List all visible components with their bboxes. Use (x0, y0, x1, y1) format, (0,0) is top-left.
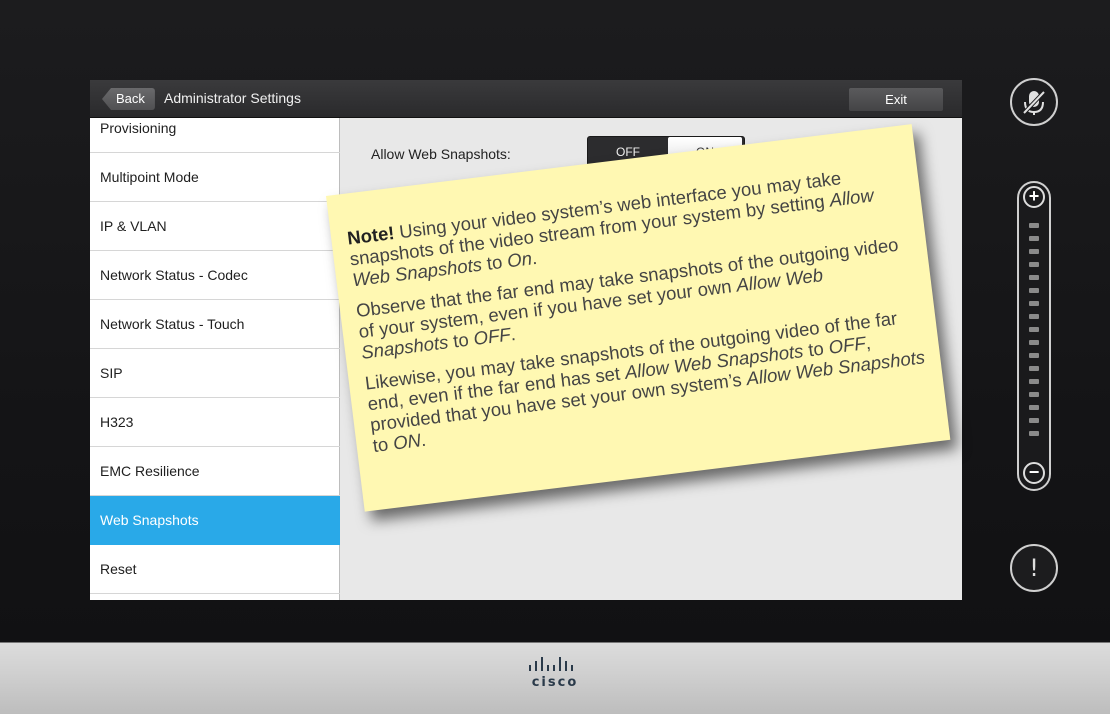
volume-control[interactable]: + − (1017, 181, 1051, 491)
note-emphasis: OFF (472, 323, 512, 349)
microphone-mute-button[interactable] (1010, 78, 1058, 126)
sidebar-item-provisioning[interactable]: Provisioning (90, 104, 340, 153)
sidebar-item-multipoint-mode[interactable]: Multipoint Mode (90, 153, 340, 202)
volume-tick (1029, 418, 1039, 423)
volume-tick (1029, 366, 1039, 371)
note-text-segment: to (480, 250, 509, 275)
cisco-logo: cisco (490, 655, 620, 703)
device-frame: Back Administrator Settings Exit Provisi… (0, 0, 1110, 714)
volume-tick (1029, 275, 1039, 280)
volume-up-button[interactable]: + (1023, 186, 1045, 208)
sidebar-item-network-status-touch[interactable]: Network Status - Touch (90, 300, 340, 349)
volume-tick (1029, 223, 1039, 228)
note-text-segment: . (509, 323, 517, 345)
volume-tick (1029, 431, 1039, 436)
sidebar-item-web-snapshots[interactable]: Web Snapshots (90, 496, 340, 545)
volume-tick (1029, 353, 1039, 358)
volume-tick (1029, 327, 1039, 332)
cisco-bars-icon (529, 657, 573, 671)
microphone-muted-icon (1022, 90, 1046, 115)
volume-tick (1029, 314, 1039, 319)
settings-sidebar: Provisioning Multipoint Mode IP & VLAN N… (90, 118, 340, 600)
exclamation-icon: ! (1029, 554, 1039, 582)
sidebar-item-reset[interactable]: Reset (90, 545, 340, 594)
sidebar-item-h323[interactable]: H323 (90, 398, 340, 447)
volume-tick (1029, 379, 1039, 384)
sidebar-item-network-status-codec[interactable]: Network Status - Codec (90, 251, 340, 300)
note-text-segment: to (371, 432, 395, 457)
note-text-segment: . (419, 428, 428, 451)
sidebar-item-ip-vlan[interactable]: IP & VLAN (90, 202, 340, 251)
note-emphasis: On (505, 247, 534, 272)
device-bezel: cisco (0, 642, 1110, 714)
volume-tick (1029, 301, 1039, 306)
volume-tick (1029, 340, 1039, 345)
sidebar-item-sip[interactable]: SIP (90, 349, 340, 398)
volume-tick (1029, 288, 1039, 293)
cisco-wordmark: cisco (531, 675, 579, 690)
note-emphasis: ON (391, 429, 423, 454)
sidebar-item-emc-resilience[interactable]: EMC Resilience (90, 447, 340, 496)
alert-button[interactable]: ! (1010, 544, 1058, 592)
volume-tick (1029, 262, 1039, 267)
allow-web-snapshots-label: Allow Web Snapshots: (371, 146, 511, 162)
volume-tick (1029, 249, 1039, 254)
exit-button[interactable]: Exit (849, 88, 943, 111)
volume-down-button[interactable]: − (1023, 462, 1045, 484)
volume-tick (1029, 236, 1039, 241)
note-text-segment: to (446, 328, 475, 353)
volume-tick (1029, 392, 1039, 397)
volume-tick (1029, 405, 1039, 410)
